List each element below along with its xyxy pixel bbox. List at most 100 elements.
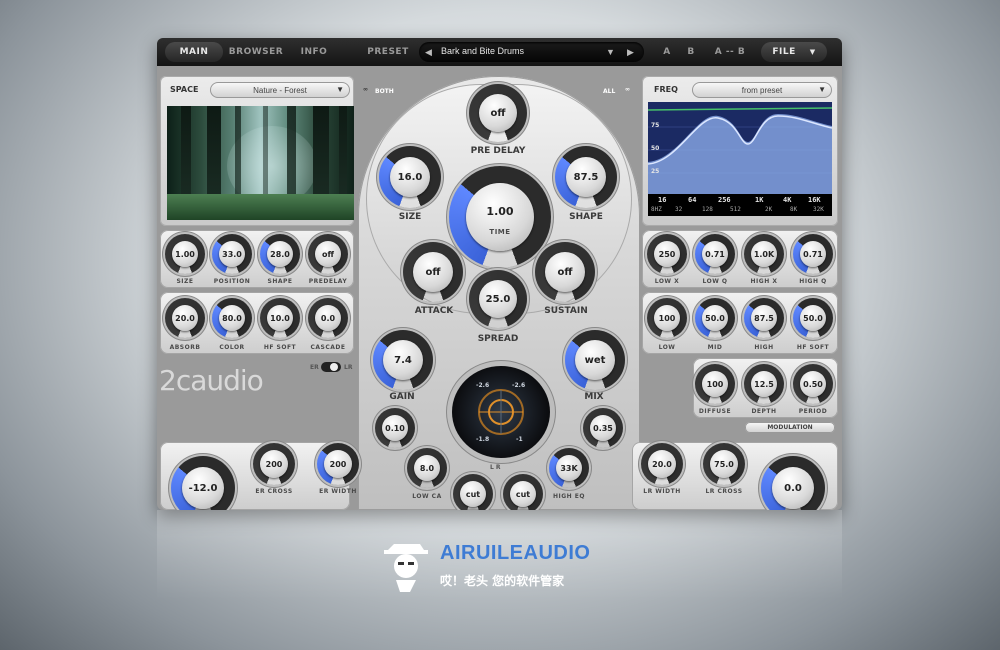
chevron-down-icon: ▼ <box>336 85 344 94</box>
tab-info[interactable]: INFO <box>289 42 339 62</box>
brand-logo: 2caudio <box>159 364 264 397</box>
high-cut-knob[interactable]: cut <box>503 474 543 510</box>
left-knob-hf-soft[interactable]: 10.0 <box>260 298 300 338</box>
knob-value: 1.00 <box>466 183 534 251</box>
prev-preset-icon[interactable]: ◀ <box>425 47 432 58</box>
space-image <box>167 106 354 220</box>
size-knob[interactable]: 16.0 <box>379 146 441 208</box>
knob-value: 0.71 <box>702 241 728 267</box>
knob-value: 80.0 <box>219 305 245 331</box>
er-lr-toggle[interactable] <box>321 362 341 372</box>
vu-meter: -2.6 -2.6 -1.8 -1 <box>452 366 550 458</box>
spread-knob[interactable]: 25.0 <box>469 270 527 328</box>
left-knob-position[interactable]: 33.0 <box>212 234 252 274</box>
top-toolbar: MAIN BROWSER INFO PRESET ◀ Bark and Bite… <box>157 38 842 66</box>
freq-response-graph[interactable]: 75 50 25 <box>648 102 832 194</box>
gain-knob[interactable]: 7.4 <box>373 330 433 390</box>
freq-tick: 64 <box>688 196 697 204</box>
right-knob-low-x[interactable]: 250 <box>647 234 687 274</box>
link-icon[interactable]: ∞ <box>363 86 368 93</box>
time-knob[interactable]: 1.00 <box>449 166 551 268</box>
b-button[interactable]: B <box>681 42 701 62</box>
right-knob-low-q[interactable]: 0.71 <box>695 234 735 274</box>
knob-value: 87.5 <box>566 157 606 197</box>
tab-main[interactable]: MAIN <box>165 42 223 62</box>
knob-value: 28.0 <box>267 241 293 267</box>
left-knob-color[interactable]: 80.0 <box>212 298 252 338</box>
right-knob-depth[interactable]: 12.5 <box>744 364 784 404</box>
file-menu-button[interactable]: FILE ▼ <box>761 42 827 62</box>
predelay-label: PRE DELAY <box>470 146 526 156</box>
watermark-subtitle: 哎！老头 您的软件管家 <box>440 574 565 588</box>
lr-cross-knob[interactable]: 75.0 <box>703 443 745 485</box>
knob-value: 0.50 <box>800 371 826 397</box>
freq-tick: 16K <box>808 196 821 204</box>
a-button[interactable]: A <box>657 42 677 62</box>
size-label: SIZE <box>398 212 422 222</box>
spread-label: SPREAD <box>477 334 519 344</box>
knob-value: 20.0 <box>172 305 198 331</box>
reverb-plugin-window: MAIN BROWSER INFO PRESET ◀ Bark and Bite… <box>157 38 842 510</box>
knob-label: ER CROSS <box>255 488 293 495</box>
knob-value: 20.0 <box>648 450 676 478</box>
watermark-title: AIRUILEAUDIO <box>440 542 591 564</box>
link-icon[interactable]: ∞ <box>625 86 630 93</box>
knob-value: 0.35 <box>590 415 616 441</box>
knob-value: -12.0 <box>182 467 224 509</box>
next-preset-icon[interactable]: ▶ <box>627 47 634 58</box>
freq-tick: 4K <box>783 196 792 204</box>
high-eq-knob[interactable]: 33K <box>549 448 589 488</box>
chevron-down-icon[interactable]: ▼ <box>606 47 615 57</box>
y-label: 50 <box>651 145 660 152</box>
left-knob-absorb[interactable]: 20.0 <box>165 298 205 338</box>
knob-value: 0.0 <box>772 467 814 509</box>
left-knob-shape[interactable]: 28.0 <box>260 234 300 274</box>
knob-label: LR WIDTH <box>643 488 681 495</box>
left-knob-cascade[interactable]: 0.0 <box>308 298 348 338</box>
right-knob-high-x[interactable]: 1.0K <box>744 234 784 274</box>
a-b-compare-button[interactable]: A -- B <box>705 42 755 62</box>
high-cut-freq-knob[interactable]: 0.35 <box>583 408 623 448</box>
right-knob-period[interactable]: 0.50 <box>793 364 833 404</box>
freq-dropdown[interactable]: from preset ▼ <box>692 82 832 98</box>
er-width-knob[interactable]: 200 <box>317 443 359 485</box>
right-knob-high-q[interactable]: 0.71 <box>793 234 833 274</box>
knob-value: 16.0 <box>390 157 430 197</box>
knob-value: 200 <box>324 450 352 478</box>
right-knob-low[interactable]: 100 <box>647 298 687 338</box>
right-knob-hf-soft[interactable]: 50.0 <box>793 298 833 338</box>
knob-value: 100 <box>654 305 680 331</box>
lr-width-knob[interactable]: 20.0 <box>641 443 683 485</box>
er-cross-knob[interactable]: 200 <box>253 443 295 485</box>
knob-value: off <box>315 241 341 267</box>
predelay-knob[interactable]: off <box>469 84 527 142</box>
low-cut-freq-knob[interactable]: 0.10 <box>375 408 415 448</box>
knob-value: off <box>545 252 585 292</box>
knob-value: 75.0 <box>710 450 738 478</box>
preset-selector[interactable]: ◀ Bark and Bite Drums ▼ ▶ <box>419 42 644 62</box>
mix-knob[interactable]: wet <box>565 330 625 390</box>
knob-value: 8.0 <box>414 455 440 481</box>
both-label: BOTH <box>375 88 394 95</box>
freq-tick: 32K <box>813 206 824 213</box>
low-eq-knob[interactable]: 8.0 <box>407 448 447 488</box>
tab-browser[interactable]: BROWSER <box>227 42 285 62</box>
knob-value: cut <box>460 481 486 507</box>
shape-knob[interactable]: 87.5 <box>555 146 617 208</box>
right-knob-diffuse[interactable]: 100 <box>695 364 735 404</box>
right-knob-mid[interactable]: 50.0 <box>695 298 735 338</box>
left-knob-predelay[interactable]: off <box>308 234 348 274</box>
low-cut-knob[interactable]: cut <box>453 474 493 510</box>
attack-knob[interactable]: off <box>403 242 463 302</box>
chevron-down-icon: ▼ <box>818 85 826 94</box>
left-knob-size[interactable]: 1.00 <box>165 234 205 274</box>
preset-label: PRESET <box>367 47 409 57</box>
y-label: 75 <box>651 122 660 129</box>
freq-tick: 16 <box>658 196 667 204</box>
knob-value: 33K <box>556 455 582 481</box>
knob-value: 1.00 <box>172 241 198 267</box>
sustain-knob[interactable]: off <box>535 242 595 302</box>
space-dropdown[interactable]: Nature - Forest ▼ <box>210 82 350 98</box>
right-knob-high[interactable]: 87.5 <box>744 298 784 338</box>
lr-label: LR <box>344 364 353 371</box>
